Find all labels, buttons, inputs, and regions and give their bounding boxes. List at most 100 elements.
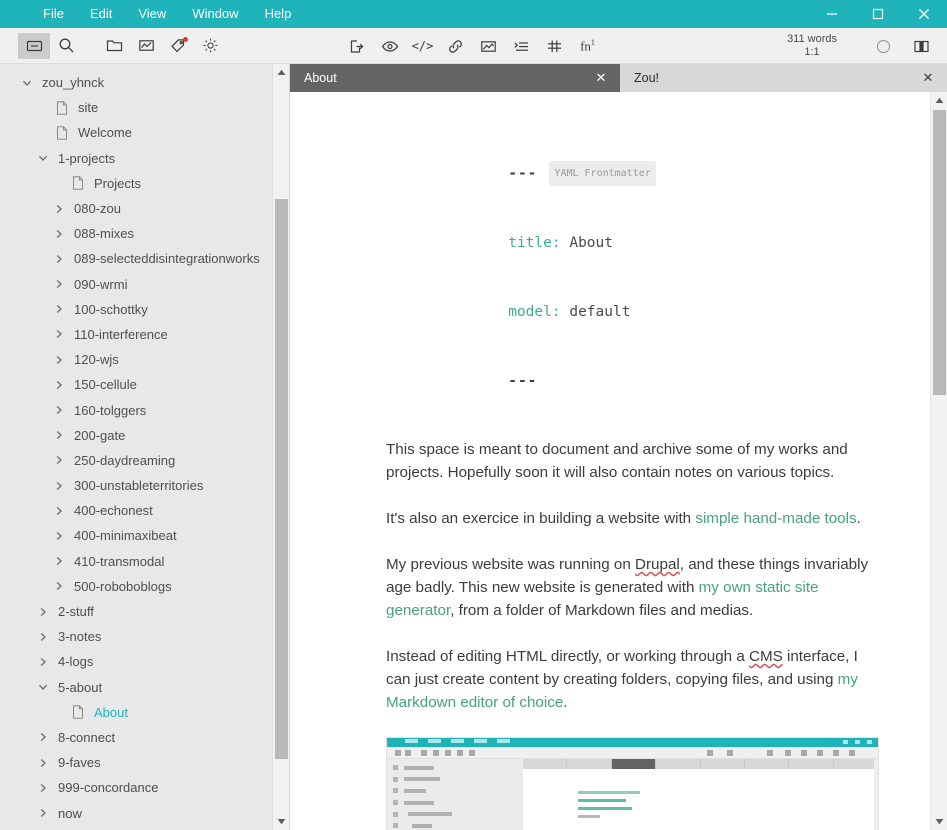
search-icon[interactable]: [50, 33, 82, 59]
minimize-button[interactable]: [809, 0, 855, 28]
sidebar-scrollbar[interactable]: [272, 64, 289, 830]
tree-item-projects[interactable]: Projects: [0, 171, 289, 196]
tree-item-8-connect[interactable]: 8-connect: [0, 725, 289, 750]
tree-item-300-unstableterritories[interactable]: 300-unstableterritories: [0, 473, 289, 498]
tree-item-088-mixes[interactable]: 088-mixes: [0, 221, 289, 246]
embedded-screenshot-image[interactable]: [386, 737, 879, 830]
tab-about-close-icon[interactable]: ✕: [592, 69, 610, 87]
document-scroll-down-icon[interactable]: [931, 813, 947, 830]
chevron-right-icon[interactable]: [50, 426, 68, 444]
split-view-icon[interactable]: [905, 33, 937, 59]
menu-item-edit[interactable]: Edit: [77, 2, 125, 26]
document-scroll-thumb[interactable]: [933, 110, 946, 395]
focus-mode-icon[interactable]: [867, 33, 899, 59]
document-scroll-up-icon[interactable]: [931, 92, 947, 109]
export-icon[interactable]: [340, 33, 373, 59]
file-icon: [52, 124, 72, 142]
chevron-right-icon[interactable]: [34, 728, 52, 746]
archive-icon[interactable]: [18, 32, 50, 59]
tree-item-080-zou[interactable]: 080-zou: [0, 196, 289, 221]
tree-item-999-concordance[interactable]: 999-concordance: [0, 775, 289, 800]
chevron-right-icon[interactable]: [50, 552, 68, 570]
tab-zou[interactable]: Zou! ✕: [620, 64, 947, 92]
tree-item-4-logs[interactable]: 4-logs: [0, 649, 289, 674]
chevron-right-icon[interactable]: [50, 401, 68, 419]
table-icon[interactable]: [538, 33, 571, 59]
tree-item-089-selecteddisintegrationworks[interactable]: 089-selecteddisintegrationworks: [0, 246, 289, 271]
sidebar-scroll-down-icon[interactable]: [273, 813, 289, 830]
footnote-icon[interactable]: fn1: [571, 33, 604, 59]
tree-item-400-minimaxibeat[interactable]: 400-minimaxibeat: [0, 523, 289, 548]
inline-link[interactable]: simple hand-made tools: [695, 510, 856, 527]
embedded-tree-icon: [393, 800, 398, 806]
chevron-right-icon[interactable]: [50, 300, 68, 318]
tree-item-site[interactable]: site: [0, 95, 289, 120]
chevron-right-icon[interactable]: [50, 200, 68, 218]
tab-zou-close-icon[interactable]: ✕: [919, 69, 937, 87]
chevron-right-icon[interactable]: [34, 653, 52, 671]
eye-icon[interactable]: [373, 33, 406, 59]
menu-item-view[interactable]: View: [125, 2, 179, 26]
gear-icon[interactable]: [194, 33, 226, 59]
chevron-right-icon[interactable]: [50, 502, 68, 520]
chevron-right-icon[interactable]: [50, 527, 68, 545]
chevron-down-icon[interactable]: [34, 678, 52, 696]
tree-item-welcome[interactable]: Welcome: [0, 120, 289, 145]
chevron-right-icon[interactable]: [34, 754, 52, 772]
chevron-right-icon[interactable]: [50, 250, 68, 268]
tree-item-1-projects[interactable]: 1-projects: [0, 146, 289, 171]
chevron-right-icon[interactable]: [34, 804, 52, 822]
list-icon[interactable]: [505, 33, 538, 59]
link-icon[interactable]: [439, 33, 472, 59]
tree-item-120-wjs[interactable]: 120-wjs: [0, 347, 289, 372]
document-body[interactable]: --- YAML Frontmatter title: About model: …: [290, 92, 930, 830]
sidebar-scroll-up-icon[interactable]: [273, 64, 289, 81]
chevron-right-icon[interactable]: [50, 451, 68, 469]
chevron-right-icon[interactable]: [50, 351, 68, 369]
menu-item-help[interactable]: Help: [252, 2, 305, 26]
chevron-right-icon[interactable]: [50, 325, 68, 343]
chevron-right-icon[interactable]: [50, 577, 68, 595]
tree-item-400-echonest[interactable]: 400-echonest: [0, 498, 289, 523]
tree-item-410-transmodal[interactable]: 410-transmodal: [0, 549, 289, 574]
chevron-down-icon[interactable]: [34, 149, 52, 167]
sidebar-scroll-thumb[interactable]: [275, 199, 288, 759]
tree-item-150-cellule[interactable]: 150-cellule: [0, 372, 289, 397]
tree-item-5-about[interactable]: 5-about: [0, 675, 289, 700]
maximize-button[interactable]: [855, 0, 901, 28]
chevron-right-icon[interactable]: [50, 225, 68, 243]
chevron-right-icon[interactable]: [34, 603, 52, 621]
tree-item-now[interactable]: now: [0, 800, 289, 825]
tree-item-110-interference[interactable]: 110-interference: [0, 322, 289, 347]
chevron-down-icon[interactable]: [18, 74, 36, 92]
folder-icon[interactable]: [98, 33, 130, 59]
yaml-field-title: title: About: [386, 209, 874, 278]
close-button[interactable]: [901, 0, 947, 28]
tree-item-2-stuff[interactable]: 2-stuff: [0, 599, 289, 624]
chevron-right-icon[interactable]: [50, 376, 68, 394]
chevron-right-icon[interactable]: [50, 275, 68, 293]
tree-item-3-notes[interactable]: 3-notes: [0, 624, 289, 649]
embedded-toolbar-icon: [469, 750, 475, 756]
tree-item-090-wrmi[interactable]: 090-wrmi: [0, 272, 289, 297]
code-icon[interactable]: </>: [406, 33, 439, 59]
graph-icon[interactable]: [130, 33, 162, 59]
tab-about[interactable]: About ✕: [290, 64, 620, 92]
menu-item-file[interactable]: File: [30, 2, 77, 26]
tree-item-zou-yhnck[interactable]: zou_yhnck: [0, 70, 289, 95]
tree-item-about[interactable]: About: [0, 700, 289, 725]
image-icon[interactable]: [472, 33, 505, 59]
tree-item-160-tolggers[interactable]: 160-tolggers: [0, 397, 289, 422]
tag-icon[interactable]: [162, 33, 194, 59]
chevron-right-icon[interactable]: [50, 477, 68, 495]
tree-item-9-faves[interactable]: 9-faves: [0, 750, 289, 775]
tree-item-200-gate[interactable]: 200-gate: [0, 423, 289, 448]
tree-item-100-schottky[interactable]: 100-schottky: [0, 297, 289, 322]
tree-item-500-roboboblogs[interactable]: 500-roboboblogs: [0, 574, 289, 599]
menu-item-window[interactable]: Window: [179, 2, 251, 26]
chevron-right-icon[interactable]: [34, 779, 52, 797]
chevron-right-icon[interactable]: [34, 628, 52, 646]
tree-item-250-daydreaming[interactable]: 250-daydreaming: [0, 448, 289, 473]
footnote-label: fn1: [580, 37, 595, 54]
document-scrollbar[interactable]: [930, 92, 947, 830]
